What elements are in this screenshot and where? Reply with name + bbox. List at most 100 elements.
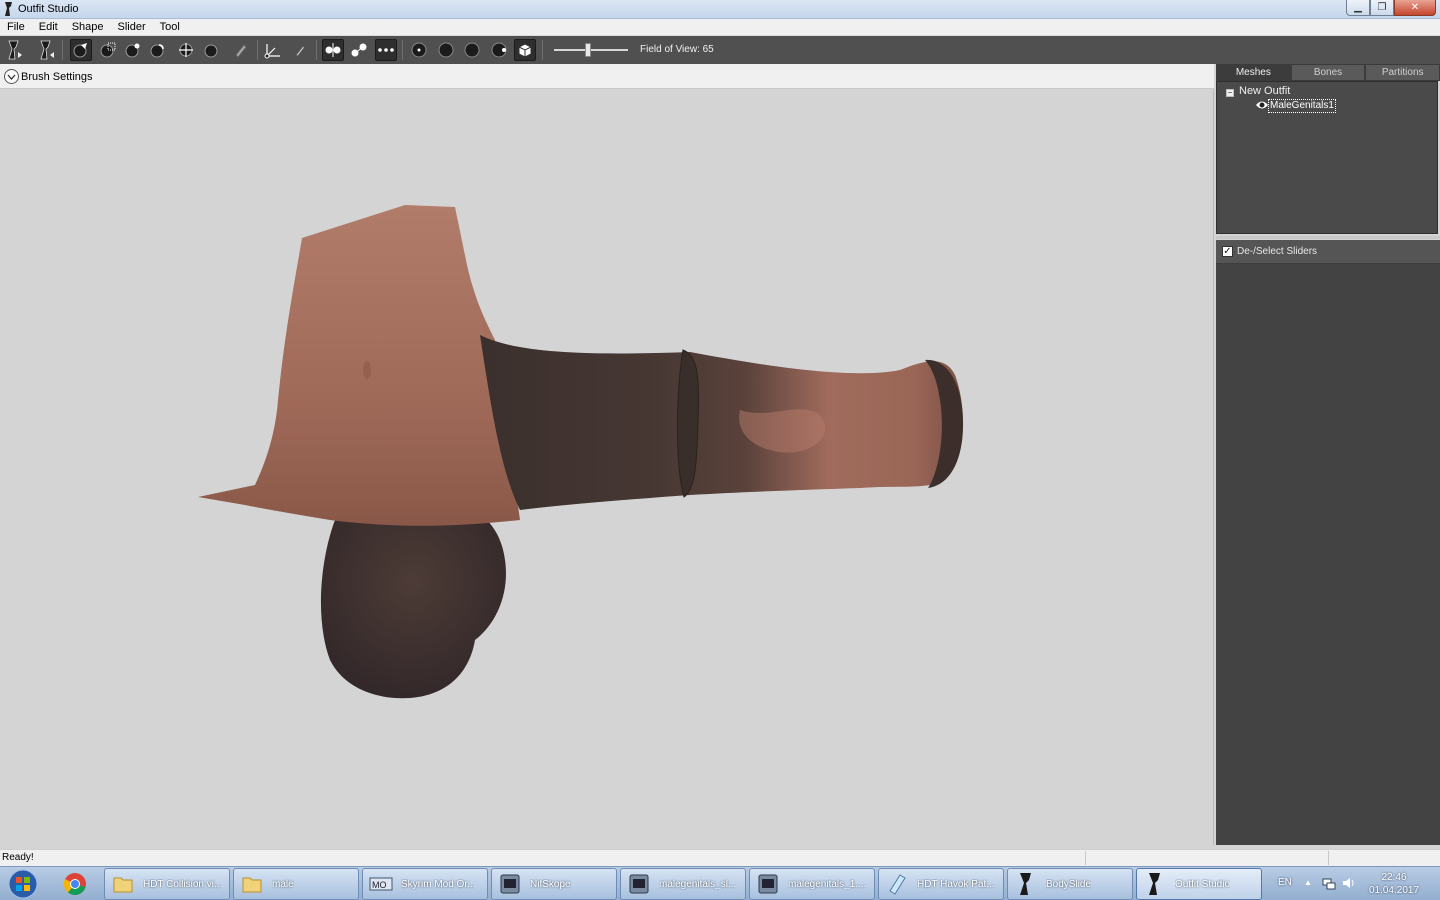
mesh-base-part	[198, 205, 520, 526]
visibility-eye-icon[interactable]	[1255, 99, 1269, 111]
import-shape-icon	[40, 40, 54, 60]
sliders-header: ✓ De-/Select Sliders	[1216, 240, 1440, 264]
clock-time: 22:46	[1381, 872, 1407, 883]
brush-settings-panel[interactable]: Brush Settings	[0, 64, 1214, 89]
smooth-brush-icon	[204, 44, 218, 58]
volume-icon[interactable]	[1342, 876, 1356, 890]
deflate-brush-button[interactable]	[147, 39, 169, 61]
tab-bones[interactable]: Bones	[1290, 64, 1366, 81]
weight-brush-button[interactable]	[230, 39, 252, 61]
brush-size-large-icon	[464, 42, 480, 58]
vertices-button[interactable]	[375, 39, 397, 61]
panel-splitter[interactable]	[1216, 236, 1440, 239]
edge-button[interactable]	[348, 39, 370, 61]
taskbar-item-label: HDT Havok Pat...	[917, 878, 995, 890]
mask-brush-icon	[100, 42, 116, 58]
smooth-brush-button[interactable]	[200, 39, 222, 61]
mod-organizer-icon: MO	[369, 877, 393, 891]
brush-size-small-button[interactable]	[408, 39, 430, 61]
export-shape-button[interactable]	[3, 39, 25, 61]
tab-meshes[interactable]: Meshes	[1216, 64, 1291, 81]
network-icon[interactable]	[1322, 876, 1336, 890]
folder-icon	[242, 877, 262, 893]
taskbar-item-mod-organizer[interactable]: MO Skyrim Mod Or...	[362, 868, 488, 900]
menu-bar: File Edit Shape Slider Tool	[0, 19, 1440, 36]
nifskope-icon	[500, 874, 520, 894]
menu-edit[interactable]: Edit	[32, 19, 65, 35]
mesh-model	[198, 205, 964, 699]
edge-icon	[351, 43, 367, 57]
toolbar: Field of View: 65	[0, 36, 1440, 64]
svg-text:MO: MO	[372, 880, 387, 890]
export-shape-icon	[8, 40, 22, 60]
menu-shape[interactable]: Shape	[65, 19, 111, 35]
tab-partitions[interactable]: Partitions	[1365, 64, 1440, 81]
taskbar-item-malegenitals-1[interactable]: malegenitals_1....	[749, 868, 875, 900]
weight-brush-icon	[235, 44, 247, 58]
taskbar-item-hdt-havok[interactable]: HDT Havok Pat...	[878, 868, 1004, 900]
restore-button[interactable]: ❐	[1370, 0, 1394, 16]
taskbar-item-label: BodySlide	[1046, 878, 1092, 890]
taskbar-item-label: Skyrim Mod Or...	[401, 878, 476, 890]
brush-settings-label: Brush Settings	[21, 71, 93, 83]
notepad-icon	[889, 874, 906, 895]
menu-file[interactable]: File	[0, 19, 32, 35]
clock-date: 01.04.2017	[1368, 885, 1420, 896]
windows-start-icon[interactable]	[4, 868, 42, 900]
move-brush-button[interactable]	[175, 39, 197, 61]
language-indicator[interactable]: EN	[1278, 877, 1292, 888]
status-text: Ready!	[2, 852, 34, 863]
nifskope-icon	[629, 874, 649, 894]
taskbar-item-hdt-collision[interactable]: HDT Collision vi...	[104, 868, 230, 900]
brush-size-medium-icon	[438, 42, 454, 58]
brush-size-xlarge-button[interactable]	[488, 39, 510, 61]
sliders-header-label: De-/Select Sliders	[1237, 246, 1318, 257]
taskbar-item-nifskope[interactable]: NifSkope	[491, 868, 617, 900]
texture-toggle-button[interactable]	[514, 39, 536, 61]
tray-expand-icon[interactable]: ▲	[1304, 878, 1312, 887]
import-shape-button[interactable]	[35, 39, 57, 61]
symmetry-icon	[325, 43, 341, 57]
texture-cube-icon	[518, 43, 532, 58]
tree-collapse-toggle[interactable]: −	[1226, 89, 1234, 97]
select-sliders-checkbox[interactable]: ✓	[1222, 246, 1233, 257]
status-bar: Ready!	[0, 849, 1440, 866]
system-clock[interactable]: 22:46 01.04.2017	[1364, 871, 1424, 897]
taskbar-item-male[interactable]: male	[233, 868, 359, 900]
right-panel: Meshes Bones Partitions − New Outfit Mal…	[1214, 64, 1440, 845]
transform-icon	[264, 44, 280, 59]
close-icon: ✕	[1410, 2, 1420, 13]
select-brush-icon	[73, 43, 87, 58]
minimize-icon: ▁	[1354, 2, 1362, 13]
menu-slider[interactable]: Slider	[111, 19, 153, 35]
tree-root-item[interactable]: New Outfit	[1239, 85, 1290, 97]
close-button[interactable]: ✕	[1394, 0, 1436, 16]
symmetry-button[interactable]	[322, 39, 344, 61]
fov-slider-thumb[interactable]	[585, 43, 591, 57]
pivot-button[interactable]	[289, 39, 311, 61]
chevron-down-icon[interactable]	[4, 69, 19, 84]
taskbar-item-malegenitals-sl[interactable]: malegenitals_sl...	[620, 868, 746, 900]
outfit-studio-icon	[1149, 873, 1160, 895]
brush-size-large-button[interactable]	[461, 39, 483, 61]
brush-size-medium-button[interactable]	[435, 39, 457, 61]
vertices-icon	[378, 48, 394, 52]
inflate-brush-button[interactable]	[122, 39, 144, 61]
mask-brush-button[interactable]	[97, 39, 119, 61]
transform-button[interactable]	[262, 39, 284, 61]
taskbar-item-label: malegenitals_1....	[788, 878, 867, 890]
chrome-taskbar-button[interactable]	[55, 869, 95, 899]
menu-tool[interactable]: Tool	[153, 19, 187, 35]
taskbar-item-label: NifSkope	[530, 878, 571, 890]
select-brush-button[interactable]	[70, 39, 92, 61]
minimize-button[interactable]: ▁	[1346, 0, 1370, 16]
3d-viewport[interactable]	[0, 89, 1214, 845]
mesh-shaft-part	[480, 335, 963, 510]
taskbar-item-bodyslide[interactable]: BodySlide	[1007, 868, 1133, 900]
tree-child-item-selected[interactable]: MaleGenitals1	[1268, 99, 1336, 113]
taskbar-item-outfit-studio[interactable]: Outfit Studio	[1136, 868, 1262, 900]
folder-icon	[113, 877, 133, 893]
taskbar-item-label: male	[272, 878, 294, 890]
fov-slider-track[interactable]	[554, 49, 628, 51]
restore-icon: ❐	[1377, 2, 1387, 13]
